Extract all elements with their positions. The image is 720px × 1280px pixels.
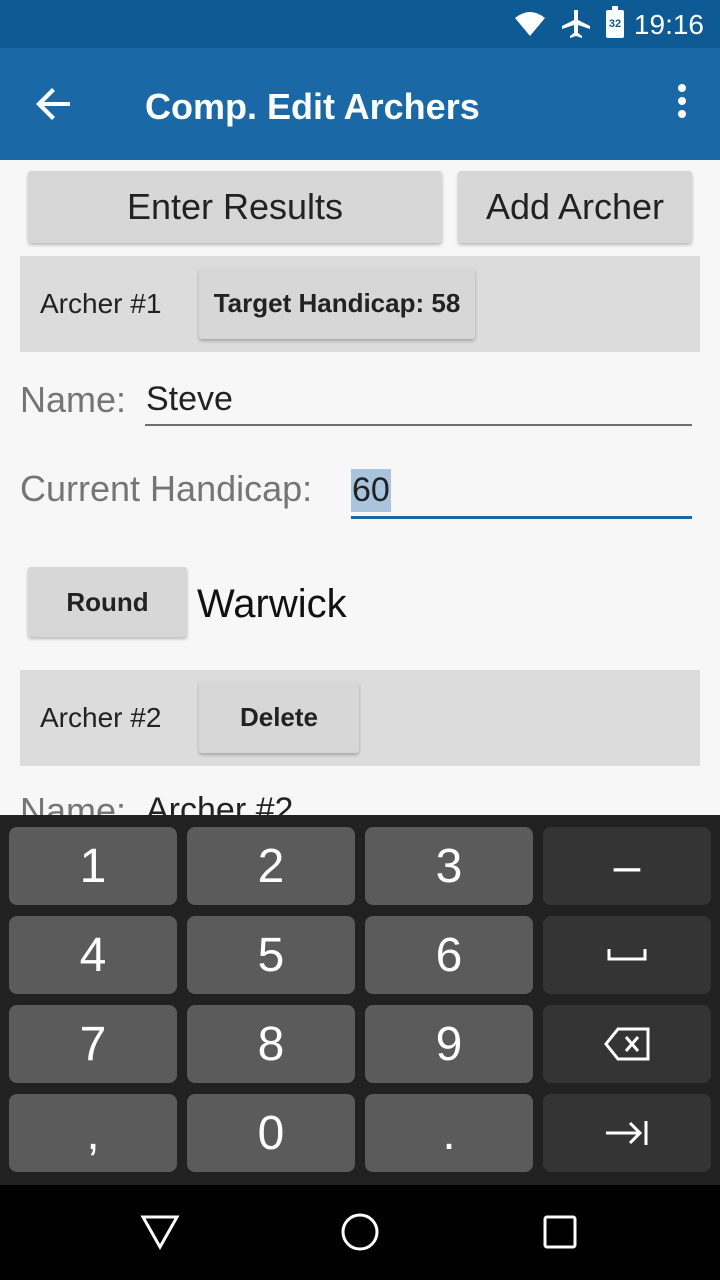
key-2[interactable]: 2 bbox=[187, 827, 355, 905]
key-space[interactable] bbox=[543, 916, 711, 994]
name-input[interactable]: Steve bbox=[146, 380, 692, 424]
key-4[interactable]: 4 bbox=[9, 916, 177, 994]
key-5[interactable]: 5 bbox=[187, 916, 355, 994]
archer-1-header: Archer #1 Target Handicap: 58 bbox=[20, 256, 700, 352]
current-handicap-input[interactable]: 60 bbox=[351, 463, 692, 515]
key-period[interactable]: . bbox=[365, 1094, 533, 1172]
archer-1-title: Archer #1 bbox=[40, 288, 162, 319]
recents-square-icon[interactable] bbox=[542, 1214, 578, 1250]
current-handicap-label: Current Handicap: bbox=[20, 468, 313, 509]
key-minus[interactable]: – bbox=[543, 827, 711, 905]
current-handicap-value: 60 bbox=[351, 469, 391, 512]
page-title: Comp. Edit Archers bbox=[145, 86, 480, 127]
add-archer-button[interactable]: Add Archer bbox=[458, 171, 692, 243]
key-9[interactable]: 9 bbox=[365, 1005, 533, 1083]
enter-results-button[interactable]: Enter Results bbox=[28, 171, 442, 243]
back-arrow-icon[interactable] bbox=[34, 84, 74, 124]
system-navigation-bar bbox=[0, 1185, 720, 1280]
next-field-icon bbox=[606, 1121, 648, 1145]
key-3[interactable]: 3 bbox=[365, 827, 533, 905]
key-6[interactable]: 6 bbox=[365, 916, 533, 994]
key-1[interactable]: 1 bbox=[9, 827, 177, 905]
home-circle-icon[interactable] bbox=[340, 1212, 380, 1252]
key-comma[interactable]: , bbox=[9, 1094, 177, 1172]
numeric-keyboard: 1 2 3 – 4 5 6 7 8 9 , 0 . bbox=[0, 815, 720, 1185]
archer-2-title: Archer #2 bbox=[40, 702, 162, 733]
airplane-mode-icon bbox=[562, 10, 590, 38]
space-icon bbox=[607, 949, 647, 961]
back-triangle-icon[interactable] bbox=[140, 1213, 180, 1251]
key-next[interactable] bbox=[543, 1094, 711, 1172]
name-label: Name: bbox=[20, 379, 127, 420]
target-handicap-button[interactable]: Target Handicap: 58 bbox=[199, 268, 475, 339]
key-0[interactable]: 0 bbox=[187, 1094, 355, 1172]
round-button[interactable]: Round bbox=[28, 567, 187, 637]
battery-icon: 32 bbox=[606, 6, 624, 38]
name-input-underline bbox=[145, 424, 692, 426]
archer-2-header: Archer #2 Delete bbox=[20, 670, 700, 766]
delete-button[interactable]: Delete bbox=[199, 682, 359, 753]
key-backspace[interactable] bbox=[543, 1005, 711, 1083]
wifi-icon bbox=[515, 12, 545, 36]
status-icons: 32 bbox=[514, 6, 624, 40]
key-7[interactable]: 7 bbox=[9, 1005, 177, 1083]
round-value: Warwick bbox=[197, 582, 347, 626]
current-handicap-underline bbox=[351, 516, 692, 519]
battery-level: 32 bbox=[608, 18, 622, 30]
overflow-menu-icon[interactable] bbox=[676, 84, 688, 124]
backspace-icon bbox=[604, 1027, 650, 1061]
app-bar: Comp. Edit Archers bbox=[0, 48, 720, 160]
status-time: 19:16 bbox=[633, 9, 704, 40]
status-bar: 32 19:16 bbox=[0, 0, 720, 48]
key-8[interactable]: 8 bbox=[187, 1005, 355, 1083]
